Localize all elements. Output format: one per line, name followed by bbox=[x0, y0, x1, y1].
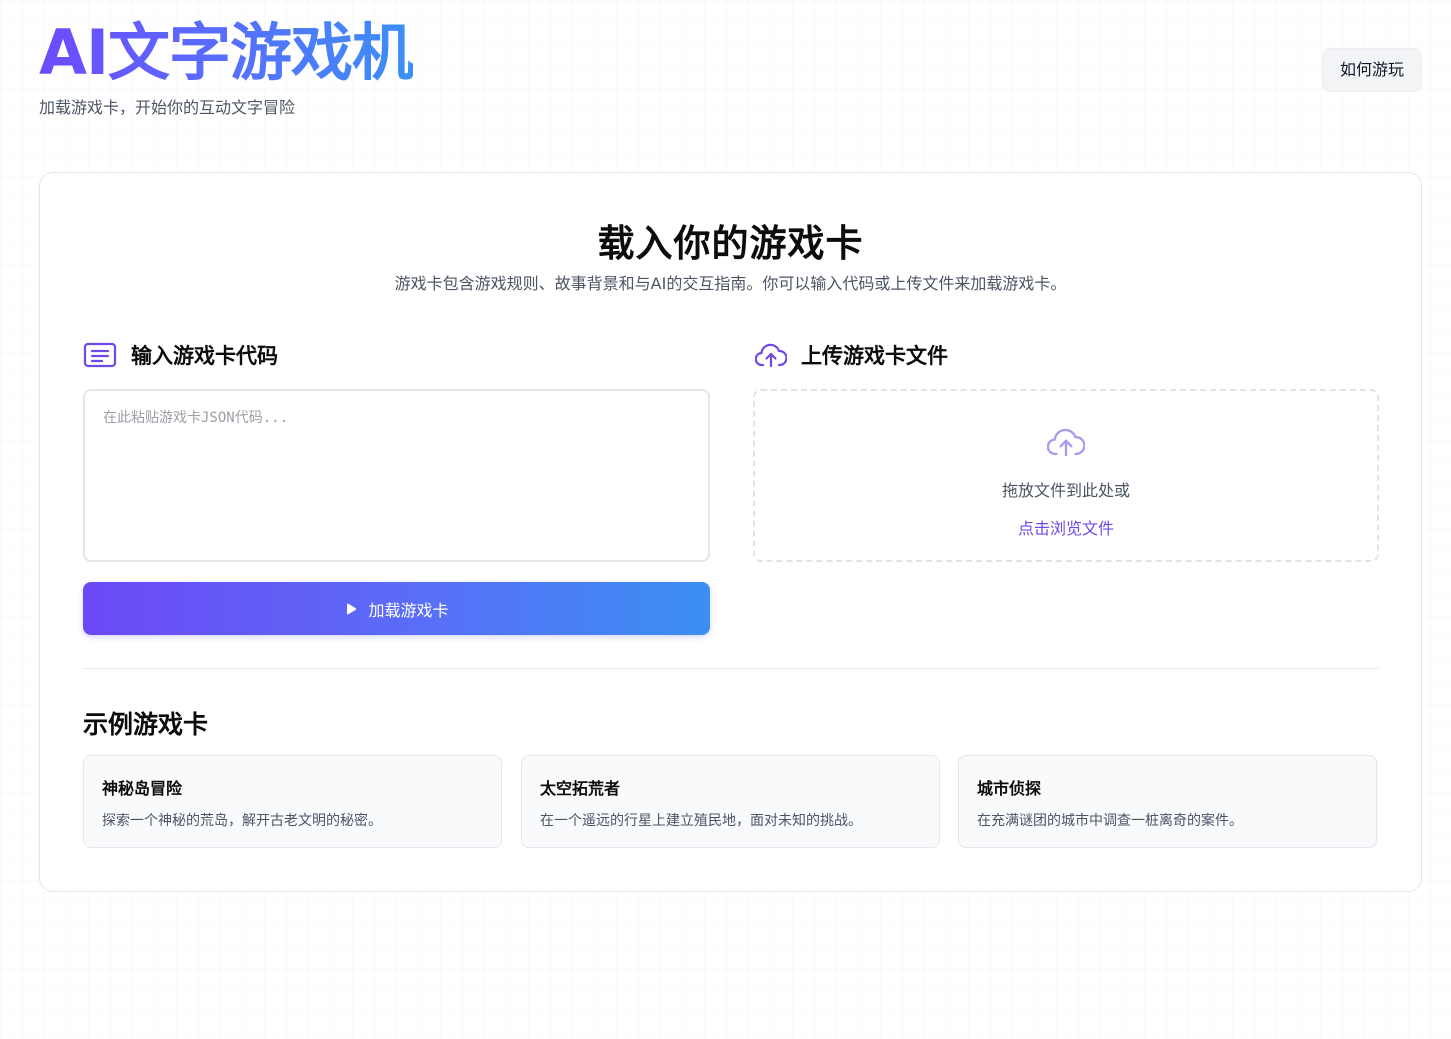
load-card-panel: 载入你的游戏卡 游戏卡包含游戏规则、故事背景和与AI的交互指南。你可以输入代码或… bbox=[39, 172, 1422, 892]
header: AI文字游戏机 加载游戏卡，开始你的互动文字冒险 bbox=[39, 14, 414, 118]
example-card-title: 神秘岛冒险 bbox=[102, 779, 183, 798]
drop-zone-text: 拖放文件到此处或 bbox=[1001, 481, 1130, 500]
document-lines-icon bbox=[83, 342, 117, 368]
example-card-mystery-island[interactable]: 神秘岛冒险 探索一个神秘的荒岛，解开古老文明的秘密。 bbox=[83, 755, 502, 848]
load-button-label: 加载游戏卡 bbox=[368, 600, 449, 620]
how-to-play-button[interactable]: 如何游玩 bbox=[1321, 48, 1422, 92]
code-section-header: 输入游戏卡代码 bbox=[83, 340, 278, 370]
play-icon bbox=[344, 602, 358, 616]
example-card-description: 探索一个神秘的荒岛，解开古老文明的秘密。 bbox=[102, 813, 382, 829]
examples-title: 示例游戏卡 bbox=[83, 710, 209, 739]
page: AI文字游戏机 加载游戏卡，开始你的互动文字冒险 如何游玩 载入你的游戏卡 游戏… bbox=[0, 0, 1451, 1039]
example-card-title: 城市侦探 bbox=[977, 779, 1042, 798]
panel-title: 载入你的游戏卡 bbox=[597, 222, 864, 265]
file-drop-zone[interactable]: 拖放文件到此处或 点击浏览文件 bbox=[753, 389, 1379, 562]
load-game-card-button[interactable]: 加载游戏卡 bbox=[83, 582, 710, 635]
example-card-description: 在一个遥远的行星上建立殖民地，面对未知的挑战。 bbox=[540, 813, 862, 829]
example-card-space-pioneer[interactable]: 太空拓荒者 在一个遥远的行星上建立殖民地，面对未知的挑战。 bbox=[521, 755, 940, 848]
browse-files-link[interactable]: 点击浏览文件 bbox=[1018, 515, 1114, 539]
game-card-code-input[interactable] bbox=[83, 389, 710, 562]
panel-description: 游戏卡包含游戏规则、故事背景和与AI的交互指南。你可以输入代码或上传文件来加载游… bbox=[394, 274, 1067, 293]
example-card-city-detective[interactable]: 城市侦探 在充满谜团的城市中调查一桩离奇的案件。 bbox=[958, 755, 1377, 848]
upload-cloud-icon bbox=[1046, 425, 1086, 463]
upload-section-header: 上传游戏卡文件 bbox=[755, 340, 948, 370]
example-card-description: 在充满谜团的城市中调查一桩离奇的案件。 bbox=[977, 813, 1243, 829]
cloud-upload-icon bbox=[755, 341, 787, 369]
upload-section-label: 上传游戏卡文件 bbox=[801, 344, 948, 368]
code-section-label: 输入游戏卡代码 bbox=[131, 344, 278, 368]
app-title: AI文字游戏机 bbox=[39, 14, 414, 92]
divider bbox=[83, 668, 1379, 669]
app-subtitle: 加载游戏卡，开始你的互动文字冒险 bbox=[39, 98, 296, 117]
example-card-title: 太空拓荒者 bbox=[540, 779, 621, 798]
